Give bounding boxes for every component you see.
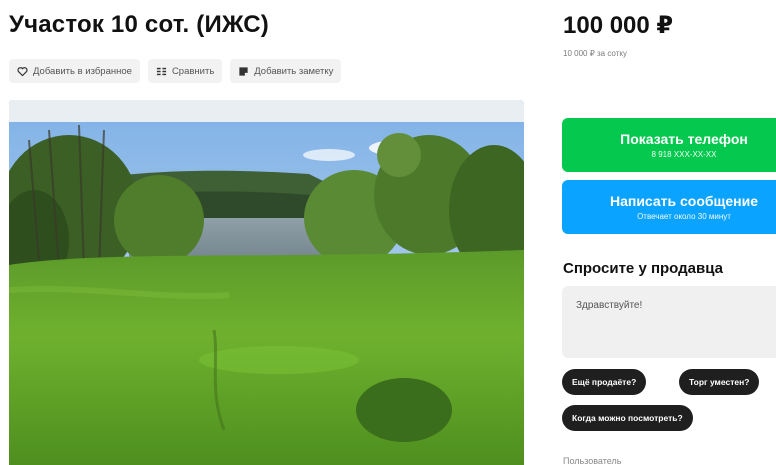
phone-masked: 8 918 XXX-XX-XX [651,150,717,159]
seller-type-label: Пользователь [563,456,622,465]
write-message-label: Написать сообщение [609,193,759,209]
compare-button[interactable]: Сравнить [147,59,223,83]
show-phone-button[interactable]: Показать телефон 8 918 XXX-XX-XX [562,118,776,172]
listing-actions: Добавить в избранное Сравнить Добавить з… [9,59,342,83]
message-input[interactable]: Здравствуйте! [562,286,776,358]
write-message-button[interactable]: Написать сообщение Отвечает около 30 мин… [562,180,776,234]
landscape-photo [9,100,524,465]
listing-title: Участок 10 сот. (ИЖС) [9,11,269,38]
add-to-favorites-button[interactable]: Добавить в избранное [9,59,140,83]
compare-icon [156,66,167,77]
price: 100 000 ₽ [563,12,674,39]
quick-question-bargain[interactable]: Торг уместен? [679,369,760,395]
add-note-button[interactable]: Добавить заметку [230,59,342,83]
heart-icon [17,66,28,77]
quick-question-still-selling[interactable]: Ещё продаёте? [562,369,647,395]
quick-question-when-to-view[interactable]: Когда можно посмотреть? [562,405,693,431]
compare-label: Сравнить [171,65,215,77]
note-icon [238,66,249,77]
price-per-unit: 10 000 ₽ за сотку [563,49,627,58]
add-note-label: Добавить заметку [254,65,334,77]
listing-photo[interactable] [9,100,524,465]
show-phone-label: Показать телефон [620,131,748,147]
add-to-favorites-label: Добавить в избранное [33,65,132,77]
ask-seller-title: Спросите у продавца [563,260,723,277]
response-time: Отвечает около 30 минут [637,212,731,221]
